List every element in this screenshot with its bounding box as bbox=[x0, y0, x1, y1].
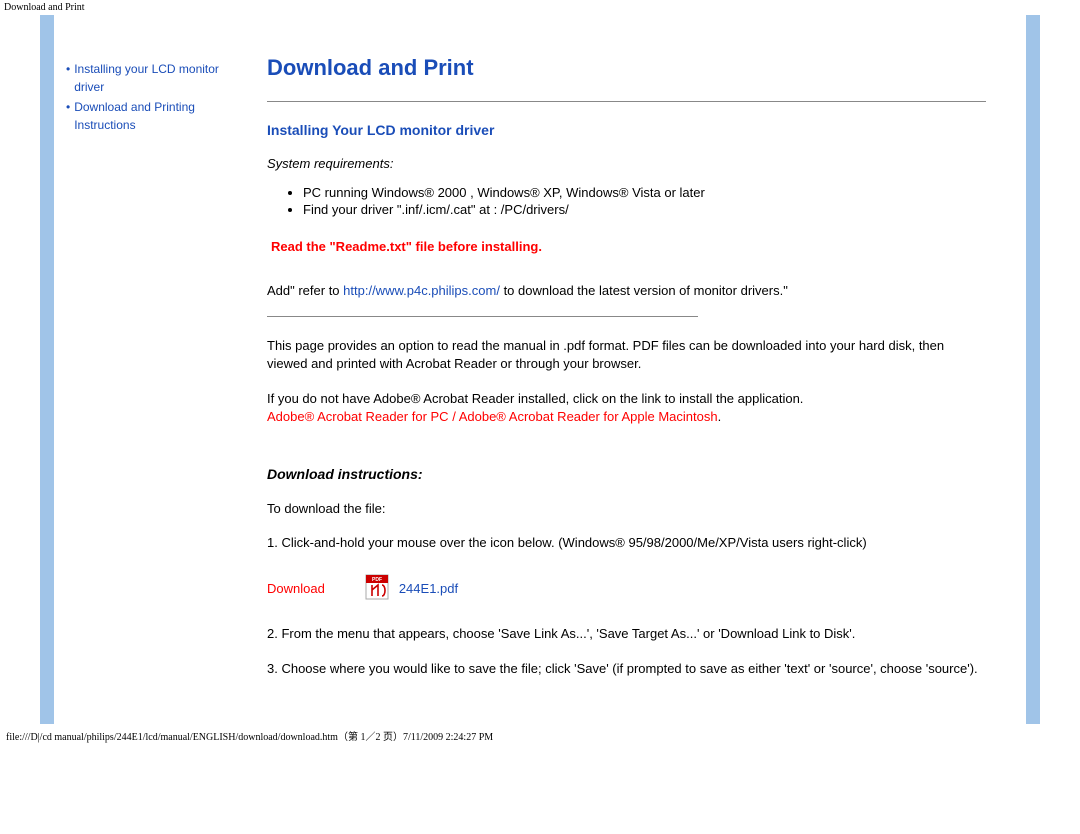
page-title: Download and Print bbox=[267, 55, 986, 81]
main-content: Download and Print Installing Your LCD m… bbox=[237, 15, 1026, 724]
philips-link[interactable]: http://www.p4c.philips.com/ bbox=[343, 283, 500, 298]
sidebar-item-download-print[interactable]: • Download and Printing Instructions bbox=[66, 98, 231, 134]
download-label: Download bbox=[267, 581, 325, 596]
section-heading-install: Installing Your LCD monitor driver bbox=[267, 122, 986, 138]
acrobat-paragraph: If you do not have Adobe® Acrobat Reader… bbox=[267, 390, 986, 426]
download-step1: 1. Click-and-hold your mouse over the ic… bbox=[267, 534, 986, 552]
left-accent-bar bbox=[40, 15, 54, 724]
refer-paragraph: Add" refer to http://www.p4c.philips.com… bbox=[267, 282, 986, 300]
pdf-explain-paragraph: This page provides an option to read the… bbox=[267, 337, 986, 373]
download-row: Download PDF 244E1.pdf bbox=[267, 574, 986, 603]
text: Add" refer to bbox=[267, 283, 343, 298]
separator: / bbox=[449, 409, 459, 424]
download-step3: 3. Choose where you would like to save t… bbox=[267, 660, 986, 678]
sidebar: • Installing your LCD monitor driver • D… bbox=[54, 15, 237, 724]
text: . bbox=[718, 409, 722, 424]
right-accent-bar bbox=[1026, 15, 1040, 724]
pdf-icon[interactable]: PDF bbox=[365, 574, 389, 603]
pdf-download-link[interactable]: 244E1.pdf bbox=[399, 581, 458, 596]
sidebar-link[interactable]: Installing your LCD monitor driver bbox=[74, 60, 231, 96]
text: to download the latest version of monito… bbox=[500, 283, 788, 298]
sidebar-item-install-driver[interactable]: • Installing your LCD monitor driver bbox=[66, 60, 231, 96]
sysreq-label: System requirements: bbox=[267, 156, 986, 171]
divider-short bbox=[267, 316, 698, 317]
acrobat-pc-link[interactable]: Adobe® Acrobat Reader for PC bbox=[267, 409, 449, 424]
text: If you do not have Adobe® Acrobat Reader… bbox=[267, 391, 803, 406]
readme-warning: Read the "Readme.txt" file before instal… bbox=[271, 239, 986, 254]
page-header-small: Download and Print bbox=[0, 0, 1080, 15]
page-footer-path: file:///D|/cd manual/philips/244E1/lcd/m… bbox=[0, 724, 1080, 747]
download-line1: To download the file: bbox=[267, 500, 986, 518]
download-step2: 2. From the menu that appears, choose 'S… bbox=[267, 625, 986, 643]
bullet-icon: • bbox=[66, 60, 74, 96]
sidebar-link[interactable]: Download and Printing Instructions bbox=[74, 98, 231, 134]
sysreq-item: Find your driver ".inf/.icm/.cat" at : /… bbox=[303, 202, 986, 217]
download-instructions-heading: Download instructions: bbox=[267, 466, 986, 482]
divider bbox=[267, 101, 986, 102]
acrobat-mac-link[interactable]: Adobe® Acrobat Reader for Apple Macintos… bbox=[459, 409, 718, 424]
page-wrapper: • Installing your LCD monitor driver • D… bbox=[40, 15, 1040, 724]
bullet-icon: • bbox=[66, 98, 74, 134]
svg-text:PDF: PDF bbox=[372, 577, 382, 583]
sysreq-item: PC running Windows® 2000 , Windows® XP, … bbox=[303, 185, 986, 200]
sysreq-list: PC running Windows® 2000 , Windows® XP, … bbox=[303, 185, 986, 217]
